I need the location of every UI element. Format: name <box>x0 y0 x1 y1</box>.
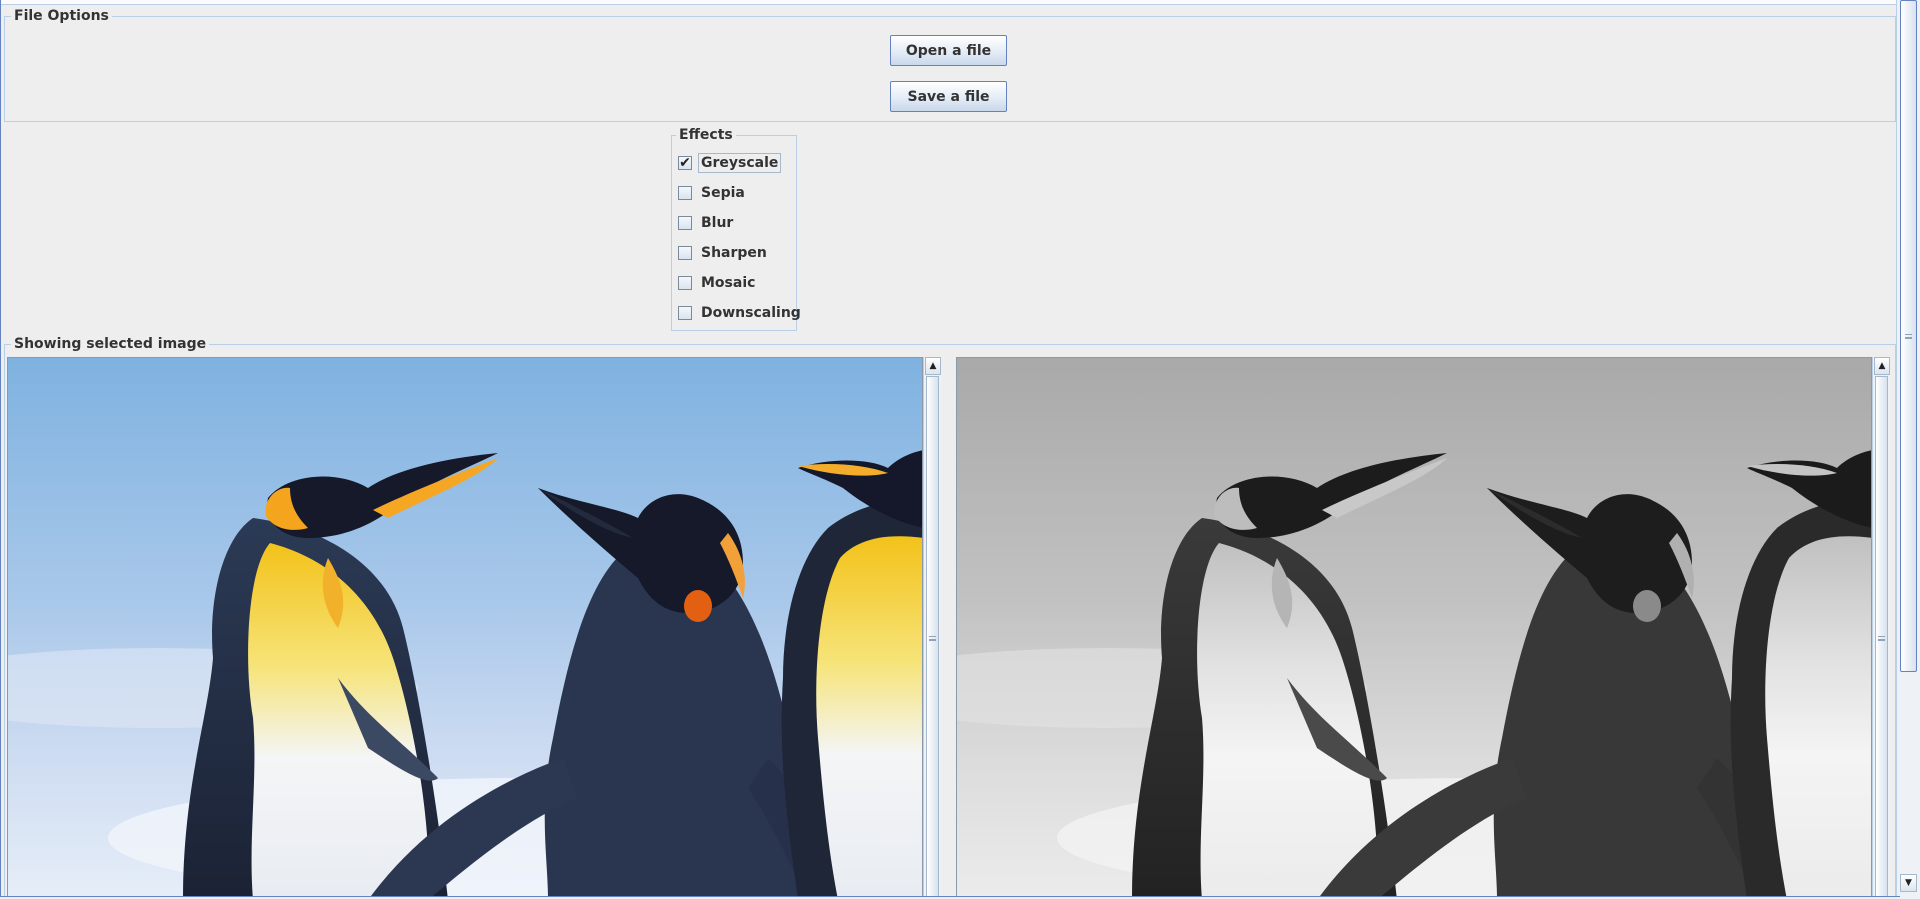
original-image-scrollbar[interactable]: ▲ <box>923 357 941 899</box>
check-mark-icon: ✔ <box>679 155 691 171</box>
window-scroll-down-button[interactable]: ▼ <box>1900 874 1917 892</box>
processed-image-viewport[interactable] <box>956 357 1872 899</box>
grip-icon <box>1905 334 1912 339</box>
save-file-button[interactable]: Save a file <box>890 81 1007 112</box>
effect-downscaling[interactable]: Downscaling <box>678 302 804 324</box>
original-image-viewport[interactable] <box>7 357 923 899</box>
grip-icon <box>1878 635 1885 641</box>
processed-image-scrollbar[interactable]: ▲ <box>1872 357 1890 899</box>
mosaic-checkbox[interactable] <box>678 276 692 290</box>
sepia-label[interactable]: Sepia <box>698 183 748 203</box>
open-file-button[interactable]: Open a file <box>890 35 1007 66</box>
sharpen-label[interactable]: Sharpen <box>698 243 770 263</box>
blur-label[interactable]: Blur <box>698 213 736 233</box>
effect-sharpen[interactable]: Sharpen <box>678 242 770 264</box>
sharpen-checkbox[interactable] <box>678 246 692 260</box>
effect-mosaic[interactable]: Mosaic <box>678 272 758 294</box>
downscaling-label[interactable]: Downscaling <box>698 303 804 323</box>
mosaic-label[interactable]: Mosaic <box>698 273 758 293</box>
greyscale-label[interactable]: Greyscale <box>698 153 782 173</box>
window-top-edge <box>0 0 1896 5</box>
effects-title: Effects <box>676 127 736 143</box>
original-scroll-up-button[interactable]: ▲ <box>925 357 941 375</box>
blur-checkbox[interactable] <box>678 216 692 230</box>
effect-blur[interactable]: Blur <box>678 212 736 234</box>
triangle-up-icon: ▲ <box>1878 361 1886 371</box>
downscaling-checkbox[interactable] <box>678 306 692 320</box>
window-scroll-thumb[interactable] <box>1900 0 1917 672</box>
file-options-title: File Options <box>11 8 112 24</box>
original-scroll-thumb[interactable] <box>926 376 939 899</box>
sepia-checkbox[interactable] <box>678 186 692 200</box>
greyscale-checkbox[interactable]: ✔ <box>678 156 692 170</box>
greyscale-penguin-image <box>957 358 1871 898</box>
effect-greyscale[interactable]: ✔ Greyscale <box>678 152 782 174</box>
processed-scroll-up-button[interactable]: ▲ <box>1874 357 1890 375</box>
window-left-edge <box>0 0 1 899</box>
effect-sepia[interactable]: Sepia <box>678 182 748 204</box>
original-penguin-image <box>8 358 922 898</box>
app-window: File Options Open a file Save a file Eff… <box>0 0 1920 899</box>
triangle-down-icon: ▼ <box>1905 878 1912 888</box>
triangle-up-icon: ▲ <box>929 361 937 371</box>
image-viewer-title: Showing selected image <box>11 336 210 352</box>
grip-icon <box>929 635 936 641</box>
processed-scroll-thumb[interactable] <box>1875 376 1888 899</box>
window-scrollbar[interactable]: ▼ <box>1896 0 1920 899</box>
